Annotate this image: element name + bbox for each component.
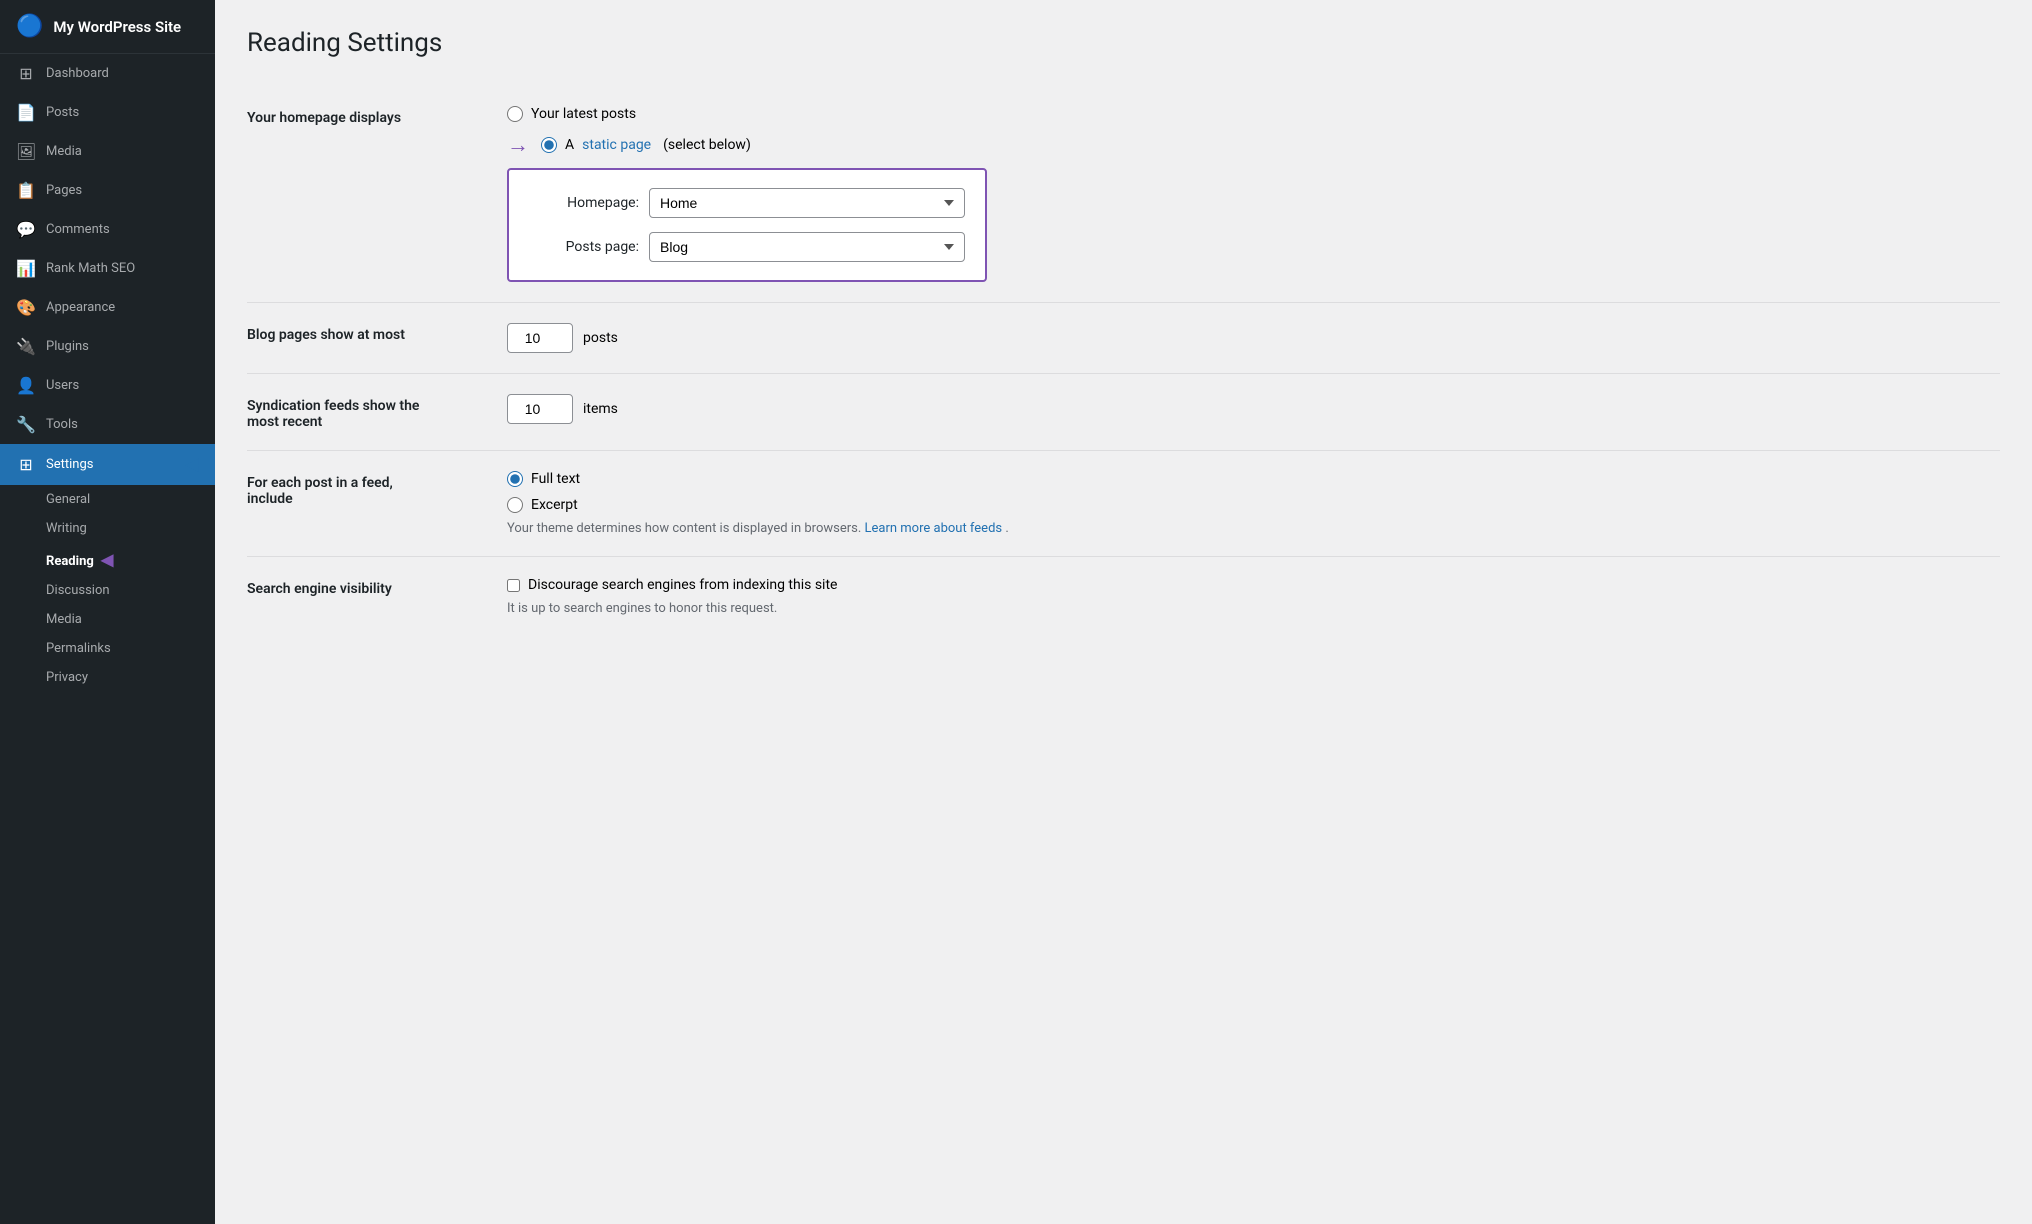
posts-icon: 📄	[16, 103, 36, 122]
latest-posts-radio[interactable]	[507, 106, 523, 122]
sidebar-item-dashboard[interactable]: ⊞ Dashboard	[0, 54, 215, 93]
syndication-input-row: items	[507, 394, 2000, 424]
wp-logo-icon: 🔵	[16, 14, 43, 39]
syndication-suffix: items	[583, 401, 618, 417]
static-page-suffix: (select below)	[663, 137, 751, 153]
appearance-icon: 🎨	[16, 298, 36, 317]
sidebar-item-tools[interactable]: 🔧 Tools	[0, 405, 215, 444]
homepage-displays-row: Your homepage displays Your latest posts…	[247, 86, 2000, 303]
full-text-option[interactable]: Full text	[507, 471, 2000, 487]
comments-icon: 💬	[16, 220, 36, 239]
sidebar-sub-item-reading[interactable]: Reading ◀	[0, 543, 215, 576]
reading-arrow-annotation: ◀	[101, 550, 113, 569]
sidebar-item-comments[interactable]: 💬 Comments	[0, 210, 215, 249]
excerpt-radio[interactable]	[507, 497, 523, 513]
sidebar-sub-item-discussion[interactable]: Discussion	[0, 576, 215, 605]
page-title: Reading Settings	[247, 28, 2000, 58]
sidebar: 🔵 My WordPress Site ⊞ Dashboard 📄 Posts …	[0, 0, 215, 1224]
homepage-select-label: Homepage:	[529, 195, 639, 211]
sidebar-item-settings[interactable]: ⊞ Settings ◀	[0, 444, 215, 485]
full-text-radio[interactable]	[507, 471, 523, 487]
blog-pages-control: posts	[507, 323, 2000, 353]
posts-page-select-row: Posts page: Blog	[529, 232, 965, 262]
static-page-arrow: →	[507, 132, 529, 158]
sidebar-logo: 🔵 My WordPress Site	[0, 0, 215, 54]
homepage-displays-label: Your homepage displays	[247, 106, 507, 126]
sidebar-sub-item-writing[interactable]: Writing	[0, 514, 215, 543]
excerpt-option[interactable]: Excerpt	[507, 497, 2000, 513]
sidebar-sub-item-permalinks[interactable]: Permalinks	[0, 634, 215, 663]
homepage-select-row: Homepage: Home	[529, 188, 965, 218]
discourage-search-option[interactable]: Discourage search engines from indexing …	[507, 577, 2000, 593]
latest-posts-label: Your latest posts	[531, 106, 636, 122]
search-engine-helper: It is up to search engines to honor this…	[507, 601, 2000, 616]
posts-page-select[interactable]: Blog	[649, 232, 965, 262]
homepage-select[interactable]: Home	[649, 188, 965, 218]
posts-page-select-label: Posts page:	[529, 239, 639, 255]
syndication-input[interactable]	[507, 394, 573, 424]
rankmath-icon: 📊	[16, 259, 36, 278]
feed-content-label: For each post in a feed, include	[247, 471, 507, 507]
blog-pages-suffix: posts	[583, 330, 618, 346]
sidebar-item-pages[interactable]: 📋 Pages	[0, 171, 215, 210]
static-page-option[interactable]: → A static page (select below)	[507, 132, 2000, 158]
static-option-text: A	[565, 137, 574, 153]
search-engine-label: Search engine visibility	[247, 577, 507, 597]
excerpt-label: Excerpt	[531, 497, 578, 513]
settings-active-arrow: ◀	[185, 454, 199, 475]
latest-posts-option[interactable]: Your latest posts	[507, 106, 2000, 122]
syndication-label: Syndication feeds show the most recent	[247, 394, 507, 430]
homepage-radio-group: Your latest posts → A static page (selec…	[507, 106, 2000, 158]
tools-icon: 🔧	[16, 415, 36, 434]
sidebar-site-name: My WordPress Site	[53, 18, 181, 36]
media-icon: 🖼	[16, 142, 36, 161]
syndication-control: items	[507, 394, 2000, 424]
plugins-icon: 🔌	[16, 337, 36, 356]
feed-content-control: Full text Excerpt Your theme determines …	[507, 471, 2000, 536]
static-page-box: Homepage: Home Posts page: Blog	[507, 168, 987, 282]
pages-icon: 📋	[16, 181, 36, 200]
feed-content-helper: Your theme determines how content is dis…	[507, 521, 2000, 536]
search-engine-row: Search engine visibility Discourage sear…	[247, 557, 2000, 636]
blog-pages-input-row: posts	[507, 323, 2000, 353]
discourage-search-label: Discourage search engines from indexing …	[528, 577, 837, 593]
static-page-radio[interactable]	[541, 137, 557, 153]
homepage-displays-control: Your latest posts → A static page (selec…	[507, 106, 2000, 282]
search-engine-control: Discourage search engines from indexing …	[507, 577, 2000, 616]
sidebar-sub-item-media[interactable]: Media	[0, 605, 215, 634]
feed-content-row: For each post in a feed, include Full te…	[247, 451, 2000, 557]
users-icon: 👤	[16, 376, 36, 395]
discourage-search-checkbox[interactable]	[507, 579, 520, 592]
sidebar-item-users[interactable]: 👤 Users	[0, 366, 215, 405]
main-content: Reading Settings Your homepage displays …	[215, 0, 2032, 1224]
settings-icon: ⊞	[16, 455, 36, 474]
sidebar-item-plugins[interactable]: 🔌 Plugins	[0, 327, 215, 366]
sidebar-sub-item-general[interactable]: General	[0, 485, 215, 514]
syndication-row: Syndication feeds show the most recent i…	[247, 374, 2000, 451]
dashboard-icon: ⊞	[16, 64, 36, 83]
full-text-label: Full text	[531, 471, 580, 487]
sidebar-sub-item-privacy[interactable]: Privacy	[0, 663, 215, 692]
blog-pages-input[interactable]	[507, 323, 573, 353]
static-page-link[interactable]: static page	[582, 137, 651, 153]
learn-more-feeds-link[interactable]: Learn more about feeds	[865, 521, 1006, 536]
sidebar-item-posts[interactable]: 📄 Posts	[0, 93, 215, 132]
sidebar-item-appearance[interactable]: 🎨 Appearance	[0, 288, 215, 327]
sidebar-item-media[interactable]: 🖼 Media	[0, 132, 215, 171]
feed-content-radio-group: Full text Excerpt	[507, 471, 2000, 513]
blog-pages-row: Blog pages show at most posts	[247, 303, 2000, 374]
sidebar-item-rankmath[interactable]: 📊 Rank Math SEO	[0, 249, 215, 288]
blog-pages-label: Blog pages show at most	[247, 323, 507, 343]
